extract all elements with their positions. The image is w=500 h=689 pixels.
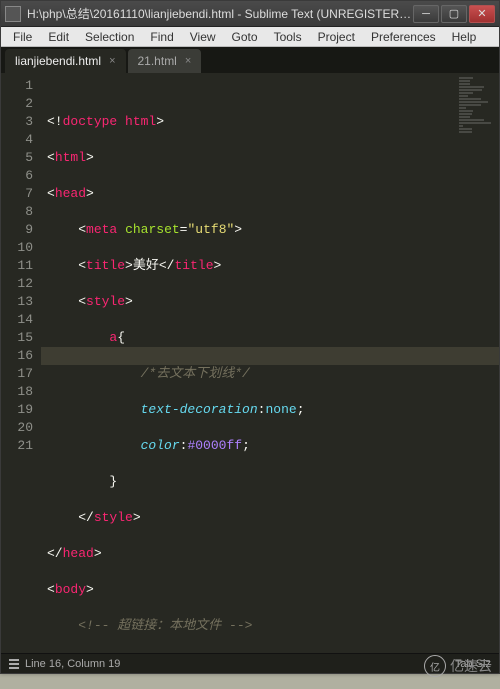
menu-help[interactable]: Help — [444, 28, 485, 46]
ln: 2 — [5, 95, 33, 113]
app-icon — [5, 6, 21, 22]
ln: 1 — [5, 77, 33, 95]
app-window: H:\php\总结\20161110\lianjiebendi.html - S… — [0, 0, 500, 674]
code-area[interactable]: <!doctype html> <html> <head> <meta char… — [41, 73, 499, 653]
status-menu-icon[interactable] — [9, 658, 25, 670]
gutter: 1 2 3 4 5 6 7 8 9 10 11 12 13 14 15 16 1… — [1, 73, 41, 653]
close-button[interactable]: ✕ — [469, 5, 495, 23]
ln: 16 — [5, 347, 33, 365]
ln: 18 — [5, 383, 33, 401]
ln: 11 — [5, 257, 33, 275]
menu-preferences[interactable]: Preferences — [363, 28, 444, 46]
code-line: <!-- 超链接：本地文件 --> — [47, 617, 493, 635]
watermark-icon: 亿 — [424, 655, 446, 677]
ln: 4 — [5, 131, 33, 149]
ln: 17 — [5, 365, 33, 383]
menubar: File Edit Selection Find View Goto Tools… — [1, 27, 499, 47]
ln: 3 — [5, 113, 33, 131]
code-line: <body> — [47, 581, 493, 599]
maximize-button[interactable]: ▢ — [441, 5, 467, 23]
menu-view[interactable]: View — [182, 28, 224, 46]
menu-project[interactable]: Project — [310, 28, 363, 46]
code-line: /*去文本下划线*/ — [47, 365, 493, 383]
code-line: text-decoration:none; — [47, 401, 493, 419]
code-line: </head> — [47, 545, 493, 563]
close-icon[interactable]: × — [185, 55, 191, 67]
ln: 5 — [5, 149, 33, 167]
code-line: <head> — [47, 185, 493, 203]
current-line-highlight — [41, 347, 499, 365]
menu-find[interactable]: Find — [142, 28, 181, 46]
code-line: <!doctype html> — [47, 113, 493, 131]
menu-goto[interactable]: Goto — [224, 28, 266, 46]
tab-21[interactable]: 21.html × — [128, 49, 202, 73]
ln: 7 — [5, 185, 33, 203]
menu-edit[interactable]: Edit — [40, 28, 77, 46]
ln: 15 — [5, 329, 33, 347]
code-line: } — [47, 473, 493, 491]
menu-selection[interactable]: Selection — [77, 28, 142, 46]
ln: 14 — [5, 311, 33, 329]
ln: 10 — [5, 239, 33, 257]
ln: 8 — [5, 203, 33, 221]
tab-lianjiebendi[interactable]: lianjiebendi.html × — [5, 49, 126, 73]
minimize-button[interactable]: ─ — [413, 5, 439, 23]
ln: 20 — [5, 419, 33, 437]
tab-label: 21.html — [138, 54, 177, 68]
titlebar: H:\php\总结\20161110\lianjiebendi.html - S… — [1, 1, 499, 27]
code-line: </style> — [47, 509, 493, 527]
ln: 13 — [5, 293, 33, 311]
menu-tools[interactable]: Tools — [266, 28, 310, 46]
status-position: Line 16, Column 19 — [25, 658, 120, 670]
ln: 19 — [5, 401, 33, 419]
watermark: 亿 亿速云 — [424, 655, 492, 677]
tabbar: lianjiebendi.html × 21.html × — [1, 47, 499, 73]
close-icon[interactable]: × — [109, 55, 115, 67]
tab-label: lianjiebendi.html — [15, 54, 101, 68]
window-title: H:\php\总结\20161110\lianjiebendi.html - S… — [27, 5, 413, 22]
code-line: <title>美好</title> — [47, 257, 493, 275]
editor[interactable]: 1 2 3 4 5 6 7 8 9 10 11 12 13 14 15 16 1… — [1, 73, 499, 653]
code-line: <style> — [47, 293, 493, 311]
ln: 9 — [5, 221, 33, 239]
code-line: <meta charset="utf8"> — [47, 221, 493, 239]
code-line: color:#0000ff; — [47, 437, 493, 455]
code-line: a{ — [47, 329, 493, 347]
ln: 21 — [5, 437, 33, 455]
window-controls: ─ ▢ ✕ — [413, 5, 495, 23]
ln: 12 — [5, 275, 33, 293]
code-line: <html> — [47, 149, 493, 167]
watermark-text: 亿速云 — [450, 656, 492, 676]
ln: 6 — [5, 167, 33, 185]
menu-file[interactable]: File — [5, 28, 40, 46]
